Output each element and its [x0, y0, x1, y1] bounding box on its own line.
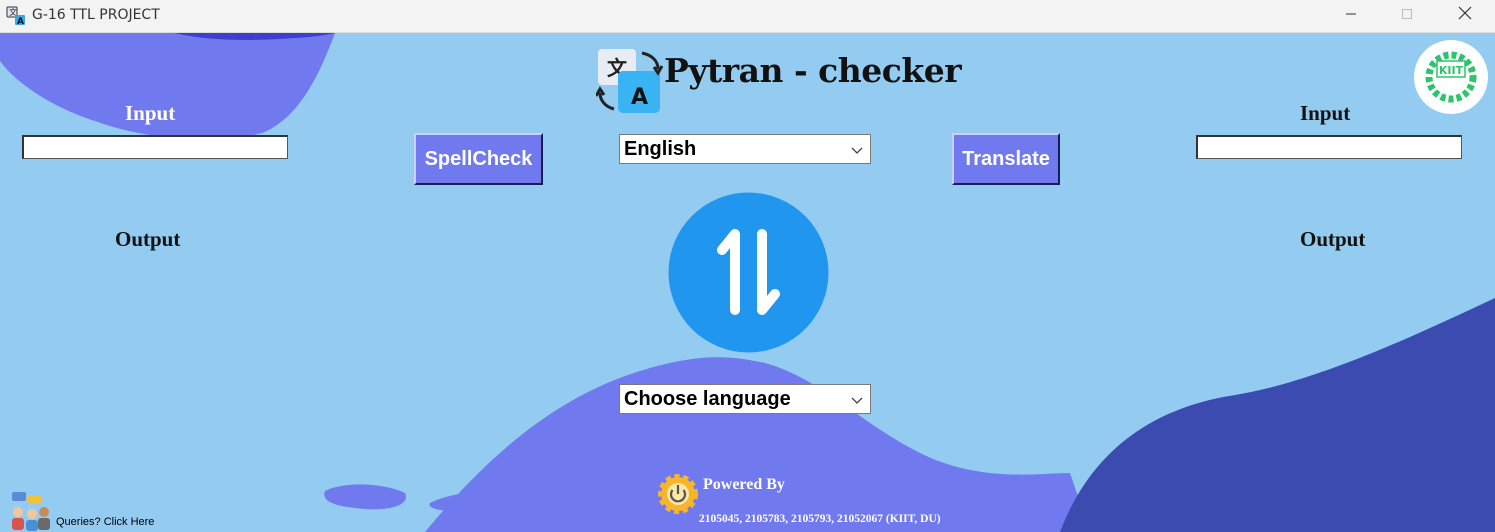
- app-content: Input Output SpellCheck 文 A Pytran - che…: [0, 33, 1495, 532]
- chevron-down-icon: [851, 397, 863, 404]
- left-input-field[interactable]: [22, 135, 288, 159]
- left-output-label: Output: [115, 227, 181, 251]
- minimize-icon: [1346, 13, 1356, 15]
- window-title: G-16 TTL PROJECT: [32, 7, 160, 23]
- minimize-button[interactable]: [1328, 0, 1374, 32]
- right-input-field[interactable]: [1196, 135, 1462, 159]
- close-button[interactable]: [1442, 0, 1488, 32]
- translate-logo-icon: 文 A: [596, 49, 664, 113]
- close-icon: [1458, 6, 1472, 20]
- left-input-label: Input: [125, 101, 176, 125]
- right-input-label: Input: [1300, 101, 1351, 125]
- power-gear-icon: [658, 474, 698, 514]
- source-language-value: English: [624, 138, 697, 160]
- chat-people-icon[interactable]: [10, 490, 52, 532]
- translate-button[interactable]: Translate: [952, 133, 1060, 185]
- maximize-icon: [1402, 9, 1412, 19]
- app-title: Pytran - checker: [664, 51, 962, 90]
- credits-text: 2105045, 2105783, 2105793, 21052067 (KII…: [699, 513, 941, 525]
- target-language-value: Choose language: [624, 388, 791, 410]
- queries-link[interactable]: Queries? Click Here: [56, 516, 154, 528]
- kiit-logo: KIIT: [1414, 40, 1488, 114]
- svg-text:A: A: [631, 85, 648, 110]
- source-language-select[interactable]: English: [619, 134, 871, 164]
- swap-languages-button[interactable]: [668, 192, 829, 353]
- chevron-down-icon: [851, 147, 863, 154]
- powered-by-label: Powered By: [703, 476, 785, 493]
- spellcheck-button[interactable]: SpellCheck: [414, 133, 543, 185]
- title-bar: 文 A G-16 TTL PROJECT: [0, 0, 1495, 33]
- maximize-button[interactable]: [1384, 0, 1430, 32]
- app-window: 文 A G-16 TTL PROJECT Input Output SpellC…: [0, 0, 1495, 532]
- right-output-label: Output: [1300, 227, 1366, 251]
- translate-icon: 文 A: [6, 6, 25, 26]
- kiit-logo-text: KIIT: [1439, 64, 1464, 77]
- svg-text:A: A: [17, 17, 24, 26]
- target-language-select[interactable]: Choose language: [619, 384, 871, 414]
